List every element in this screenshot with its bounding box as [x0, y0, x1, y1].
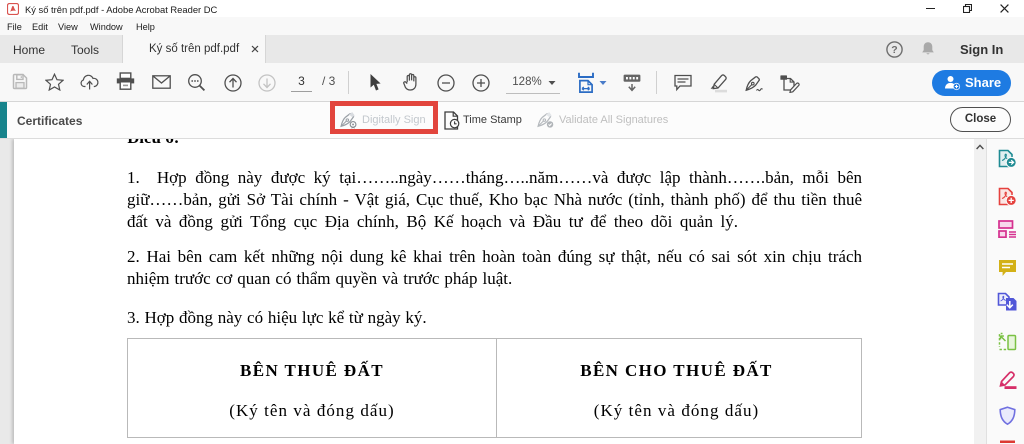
- svg-text:?: ?: [891, 44, 897, 56]
